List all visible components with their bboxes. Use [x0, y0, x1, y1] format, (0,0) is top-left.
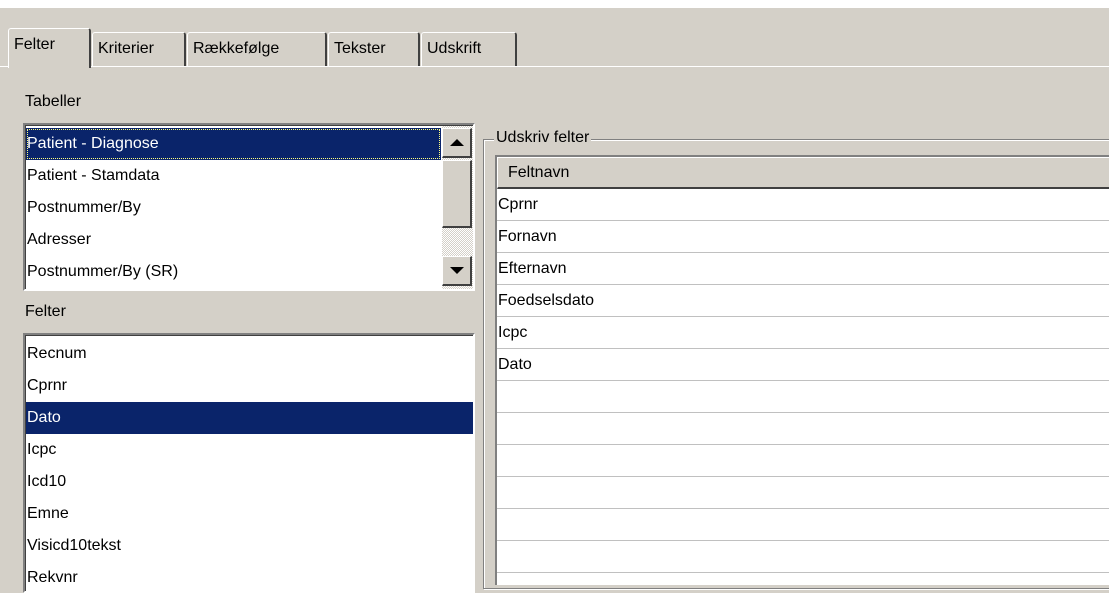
tab-divider [0, 66, 1109, 67]
tab-raekkefoelge[interactable]: Rækkefølge [187, 32, 327, 66]
tab-felter[interactable]: Felter [8, 28, 91, 68]
list-item[interactable]: Postnummer/By [26, 192, 141, 224]
list-item[interactable]: Postnummer/By (SR) [26, 256, 178, 288]
table-row-empty[interactable] [497, 509, 1109, 541]
table-row-empty[interactable] [497, 541, 1109, 573]
list-item[interactable]: Patient - Stamdata [26, 160, 160, 192]
list-item[interactable]: Visicd10tekst [26, 530, 473, 562]
scroll-thumb[interactable] [442, 160, 472, 228]
table-row[interactable]: Fornavn [497, 221, 1109, 253]
column-header-feltnavn[interactable]: Feltnavn [497, 157, 1109, 189]
tab-label: Felter [14, 36, 55, 53]
table-row-empty[interactable] [497, 381, 1109, 413]
felter-list[interactable]: Recnum Cprnr Dato Icpc Icd10 Emne Visicd… [23, 333, 475, 593]
tab-label: Udskrift [427, 40, 482, 57]
tabeller-scrollbar[interactable] [442, 126, 473, 289]
tabeller-list[interactable]: Patient - Diagnose Patient - Stamdata Po… [23, 123, 475, 291]
list-item[interactable]: Icpc [26, 434, 473, 466]
list-item[interactable]: Dato [26, 402, 473, 434]
table-row-empty[interactable] [497, 413, 1109, 445]
udskriv-felter-grid[interactable]: Feltnavn Cprnr Fornavn Efternavn Foedsel… [495, 155, 1109, 585]
list-item[interactable]: Cprnr [26, 370, 473, 402]
tab-kriterier[interactable]: Kriterier [92, 32, 186, 66]
arrow-down-icon [449, 267, 464, 274]
table-row[interactable]: Icpc [497, 317, 1109, 349]
table-row[interactable]: Efternavn [497, 253, 1109, 285]
top-strip [0, 0, 1109, 8]
felter-label: Felter [25, 303, 66, 320]
table-row[interactable]: Dato [497, 349, 1109, 381]
scroll-down-button[interactable] [442, 256, 472, 286]
table-row-empty[interactable] [497, 445, 1109, 477]
tabeller-list-inner: Patient - Diagnose Patient - Stamdata Po… [25, 125, 473, 289]
arrow-up-icon [449, 139, 464, 146]
list-item[interactable]: Recnum [26, 338, 473, 370]
udskriv-felter-title: Udskriv felter [494, 128, 592, 148]
list-item[interactable]: Icd10 [26, 466, 473, 498]
list-item[interactable]: Patient - Diagnose [26, 128, 441, 160]
list-item[interactable]: Rekvnr [26, 562, 473, 591]
table-row-empty[interactable] [497, 477, 1109, 509]
tab-label: Kriterier [98, 40, 155, 57]
scroll-up-button[interactable] [442, 128, 472, 158]
tab-tekster[interactable]: Tekster [328, 32, 420, 66]
list-item[interactable]: Emne [26, 498, 473, 530]
tab-label: Rækkefølge [193, 40, 280, 57]
list-item[interactable]: Adresser [26, 224, 91, 256]
tab-udskrift[interactable]: Udskrift [421, 32, 517, 66]
table-row[interactable]: Cprnr [497, 189, 1109, 221]
tab-label: Tekster [334, 40, 386, 57]
felter-list-inner: Recnum Cprnr Dato Icpc Icd10 Emne Visicd… [25, 335, 473, 591]
tabeller-label: Tabeller [25, 93, 82, 110]
table-row[interactable]: Foedselsdato [497, 285, 1109, 317]
